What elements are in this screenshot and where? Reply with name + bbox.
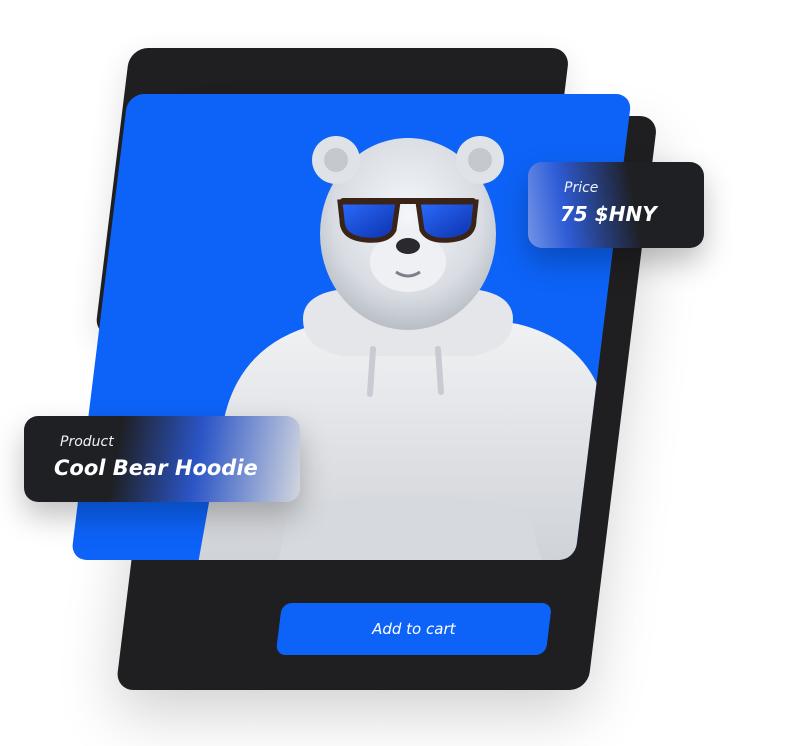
product-label: Product <box>60 434 114 450</box>
price-label: Price <box>564 180 599 196</box>
add-to-cart-button[interactable]: Add to cart <box>275 603 552 655</box>
price-value: 75 $HNY <box>560 202 657 226</box>
product-name: Cool Bear Hoodie <box>54 456 258 480</box>
product-card-composition: Add to cart Price 75 $HNY Product Cool B… <box>0 0 792 746</box>
add-to-cart-label: Add to cart <box>372 620 456 638</box>
product-tag: Product Cool Bear Hoodie <box>24 416 300 502</box>
price-tag: Price 75 $HNY <box>528 162 704 248</box>
